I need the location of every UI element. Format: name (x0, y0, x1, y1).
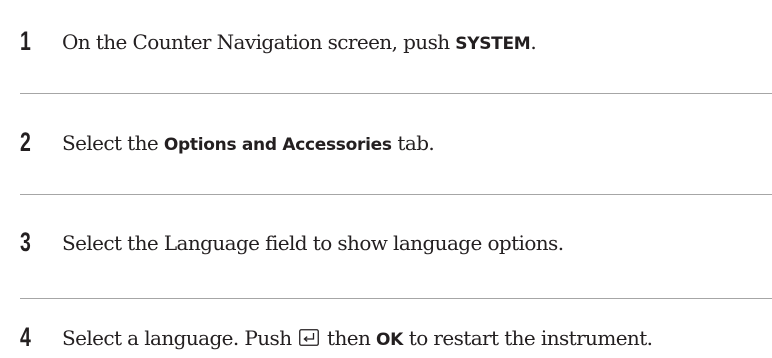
step-divider (20, 194, 772, 195)
step-text: Select the Language field to show langua… (62, 231, 564, 255)
step-text-before: On the Counter Navigation screen, push (62, 30, 456, 54)
step-number: 2 (20, 127, 31, 157)
step-text-before: Select a language. Push (62, 326, 298, 350)
step-number: 1 (20, 26, 31, 56)
step-4: 4 Select a language. Push then OK to res… (0, 318, 772, 358)
step-text: On the Counter Navigation screen, push S… (62, 30, 537, 56)
step-text: Select a language. Push then OK to resta… (62, 326, 653, 352)
step-number: 4 (20, 322, 31, 352)
step-text-after: . (530, 30, 537, 54)
step-1: 1 On the Counter Navigation screen, push… (0, 22, 772, 62)
step-number: 3 (20, 227, 31, 257)
step-text-middle: then (321, 326, 376, 350)
enter-key-icon (299, 329, 320, 346)
step-divider (20, 298, 772, 299)
system-keyword: SYSTEM (455, 34, 531, 54)
ok-keyword: OK (376, 330, 404, 350)
step-3: 3 Select the Language field to show lang… (0, 223, 772, 263)
step-text-before: Select the (62, 131, 164, 155)
step-2: 2 Select the Options and Accessories tab… (0, 123, 772, 163)
options-accessories-keyword: Options and Accessories (163, 135, 392, 155)
step-text-after: tab. (391, 131, 435, 155)
step-divider (20, 93, 772, 94)
step-text: Select the Options and Accessories tab. (62, 131, 435, 157)
step-text-after: to restart the instrument. (403, 326, 653, 350)
